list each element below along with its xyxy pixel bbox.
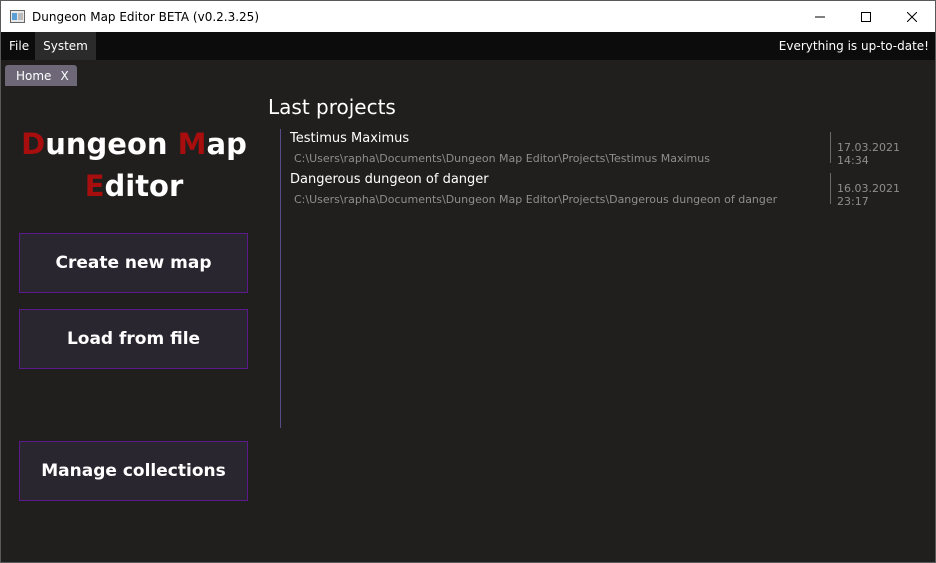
title-bar[interactable]: Dungeon Map Editor BETA (v0.2.3.25) — [1, 1, 935, 32]
logo-word-ungeon: ungeon — [45, 127, 168, 161]
close-button[interactable] — [889, 1, 935, 32]
logo-word-ditor: ditor — [104, 169, 184, 203]
app-logo: Dungeon Map Editor — [19, 123, 249, 207]
project-name: Dangerous dungeon of danger — [290, 172, 489, 187]
app-window: Dungeon Map Editor BETA (v0.2.3.25) File… — [0, 0, 936, 563]
project-separator — [830, 132, 831, 163]
maximize-button[interactable] — [843, 1, 889, 32]
close-icon — [907, 11, 917, 22]
project-name: Testimus Maximus — [290, 131, 410, 146]
tab-close-button[interactable]: X — [60, 69, 68, 83]
menu-file[interactable]: File — [1, 32, 35, 60]
project-item[interactable]: Testimus Maximus C:\Users\rapha\Document… — [282, 129, 929, 169]
logo-line-2: Editor — [19, 165, 249, 207]
logo-initial-e: E — [84, 169, 105, 203]
window-title: Dungeon Map Editor BETA (v0.2.3.25) — [32, 9, 259, 24]
minimize-button[interactable] — [797, 1, 843, 32]
create-new-map-button[interactable]: Create new map — [19, 233, 248, 293]
projects-divider — [280, 129, 281, 428]
logo-initial-m: M — [177, 127, 207, 161]
minimize-icon — [815, 16, 825, 17]
window-controls — [797, 1, 935, 32]
menu-system[interactable]: System — [35, 32, 96, 60]
menu-bar: File System Everything is up-to-date! — [1, 32, 935, 60]
manage-collections-button[interactable]: Manage collections — [19, 441, 248, 501]
load-from-file-button[interactable]: Load from file — [19, 309, 248, 369]
maximize-icon — [861, 11, 871, 22]
tab-label: Home — [16, 68, 52, 83]
project-path: C:\Users\rapha\Documents\Dungeon Map Edi… — [294, 193, 778, 206]
update-status: Everything is up-to-date! — [778, 39, 929, 53]
project-item[interactable]: Dangerous dungeon of danger C:\Users\rap… — [282, 170, 929, 210]
logo-initial-d: D — [21, 127, 46, 161]
project-separator — [830, 173, 831, 204]
project-path: C:\Users\rapha\Documents\Dungeon Map Edi… — [294, 152, 710, 165]
project-date: 16.03.2021 23:17 — [837, 182, 900, 208]
logo-line-1: Dungeon Map — [19, 123, 249, 165]
logo-word-ap: ap — [206, 127, 247, 161]
project-date: 17.03.2021 14:34 — [837, 141, 900, 167]
last-projects-title: Last projects — [268, 95, 396, 119]
app-icon — [10, 10, 25, 23]
tab-strip: Home X — [1, 60, 935, 86]
tab-home[interactable]: Home X — [5, 65, 77, 86]
